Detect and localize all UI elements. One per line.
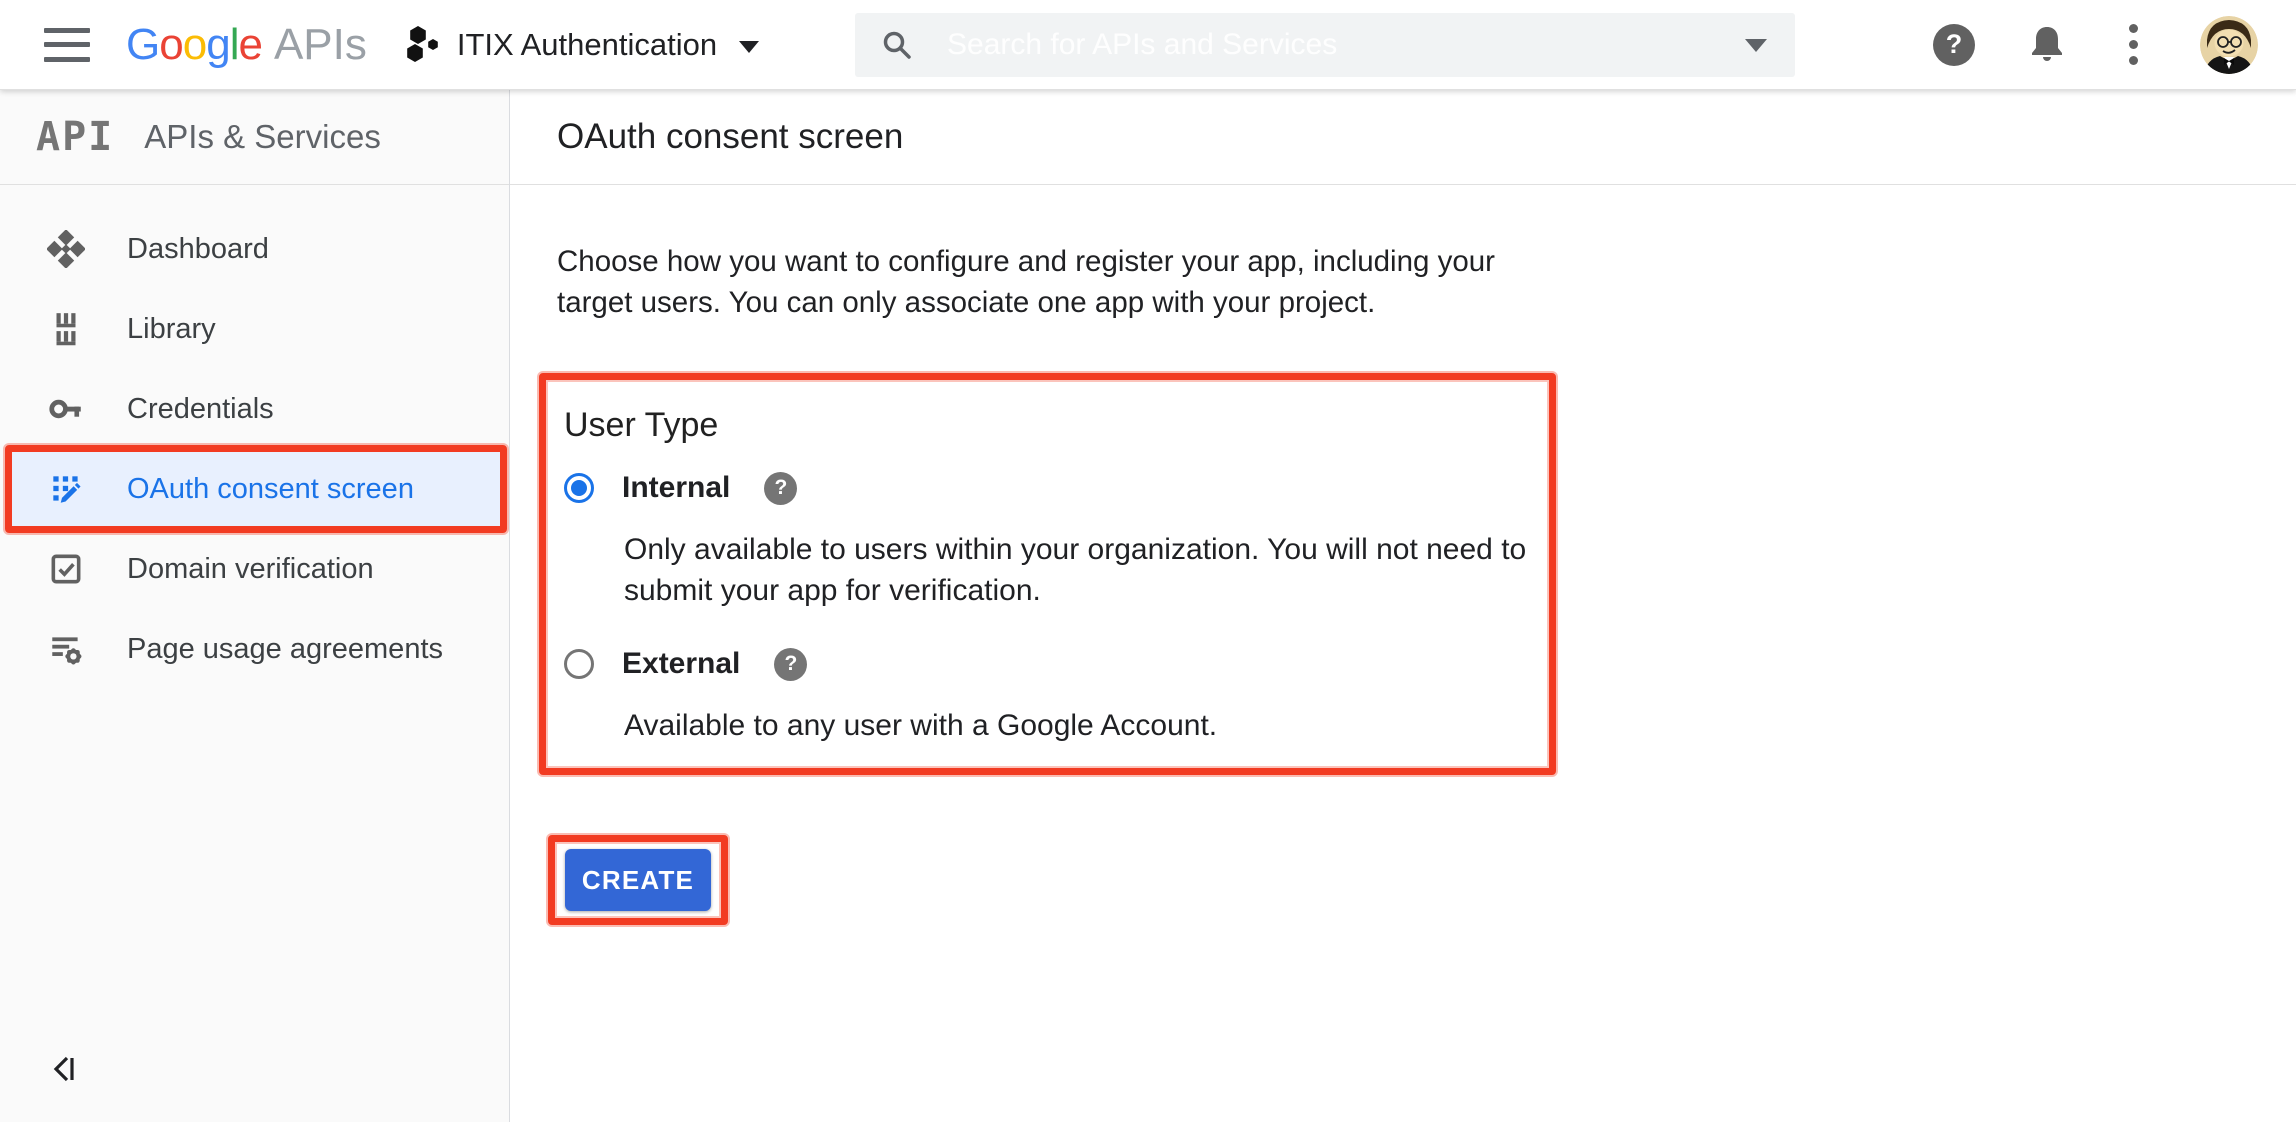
logo-letter: l	[230, 20, 239, 70]
top-app-bar: Google APIs ITIX Authentication ?	[0, 0, 2296, 90]
sidebar-item-label: Dashboard	[127, 233, 269, 266]
sidebar-item-label: Domain verification	[127, 553, 374, 586]
radio-option-label: External	[622, 647, 740, 681]
oauth-consent-icon	[47, 470, 85, 508]
intro-text: Choose how you want to configure and reg…	[557, 241, 1542, 323]
annotation-box-sidebar: OAuth consent screen	[5, 445, 507, 533]
sidebar-item-dashboard[interactable]: Dashboard	[0, 209, 509, 289]
help-icon[interactable]: ?	[764, 472, 797, 505]
radio-option-description: Available to any user with a Google Acco…	[624, 705, 1584, 746]
sidebar-item-label: Library	[127, 313, 216, 346]
overflow-menu-icon[interactable]	[2119, 20, 2148, 69]
user-type-heading: User Type	[564, 406, 1529, 445]
sidebar-item-oauth-consent-screen[interactable]: OAuth consent screen	[12, 452, 500, 526]
hamburger-menu-icon[interactable]	[44, 28, 90, 62]
annotation-box-user-type: User Type Internal ? Only available to u…	[539, 373, 1556, 775]
sidebar-item-domain-verification[interactable]: Domain verification	[0, 529, 509, 609]
api-logo: API	[36, 114, 114, 160]
sidebar-item-page-usage-agreements[interactable]: Page usage agreements	[0, 609, 509, 689]
google-apis-logo[interactable]: Google APIs	[126, 20, 367, 70]
project-selector[interactable]: ITIX Authentication	[405, 25, 759, 65]
page-title: OAuth consent screen	[557, 117, 903, 157]
radio-option-internal[interactable]: Internal ?	[564, 471, 1529, 505]
search-bar[interactable]	[855, 13, 1795, 77]
project-name: ITIX Authentication	[457, 27, 717, 63]
logo-letter: g	[206, 20, 229, 70]
sidebar-header: API APIs & Services	[0, 90, 509, 185]
logo-letter: o	[183, 20, 206, 70]
sidebar-item-label: OAuth consent screen	[127, 473, 414, 506]
radio-selected-icon[interactable]	[564, 473, 594, 503]
sidebar-item-label: Credentials	[127, 393, 274, 426]
main-titlebar: OAuth consent screen	[510, 90, 2296, 185]
dashboard-icon	[47, 230, 85, 268]
radio-unselected-icon[interactable]	[564, 649, 594, 679]
sidebar-title: APIs & Services	[144, 118, 381, 156]
account-avatar[interactable]	[2200, 16, 2258, 74]
annotation-box-create: CREATE	[548, 835, 728, 925]
sidebar-item-library[interactable]: Library	[0, 289, 509, 369]
logo-letter: o	[159, 20, 182, 70]
radio-option-description: Only available to users within your orga…	[624, 529, 1584, 611]
list-gear-icon	[47, 630, 85, 668]
logo-suffix: APIs	[274, 20, 367, 70]
sidebar-item-credentials[interactable]: Credentials	[0, 369, 509, 449]
sidebar-nav: Dashboard Library	[0, 185, 509, 689]
project-hexagons-icon	[405, 25, 441, 65]
search-dropdown-chevron-icon[interactable]	[1745, 39, 1767, 52]
logo-letter: e	[238, 20, 261, 70]
help-icon[interactable]: ?	[774, 648, 807, 681]
sidebar: API APIs & Services Dashboard	[0, 90, 510, 1122]
library-icon	[47, 310, 85, 348]
radio-option-label: Internal	[622, 471, 730, 505]
header-actions: ?	[1933, 16, 2258, 74]
collapse-sidebar-icon[interactable]	[46, 1051, 82, 1092]
logo-letter: G	[126, 20, 159, 70]
help-icon[interactable]: ?	[1933, 24, 1975, 66]
checkbox-check-icon	[47, 550, 85, 588]
key-icon	[47, 390, 85, 428]
chevron-down-icon	[739, 41, 759, 53]
radio-option-external[interactable]: External ?	[564, 647, 1529, 681]
create-button[interactable]: CREATE	[565, 849, 711, 911]
notifications-bell-icon[interactable]	[2027, 23, 2067, 67]
main-panel: OAuth consent screen Choose how you want…	[510, 90, 2296, 1122]
sidebar-item-label: Page usage agreements	[127, 633, 443, 666]
search-input[interactable]	[947, 28, 1735, 62]
search-icon	[881, 29, 913, 61]
